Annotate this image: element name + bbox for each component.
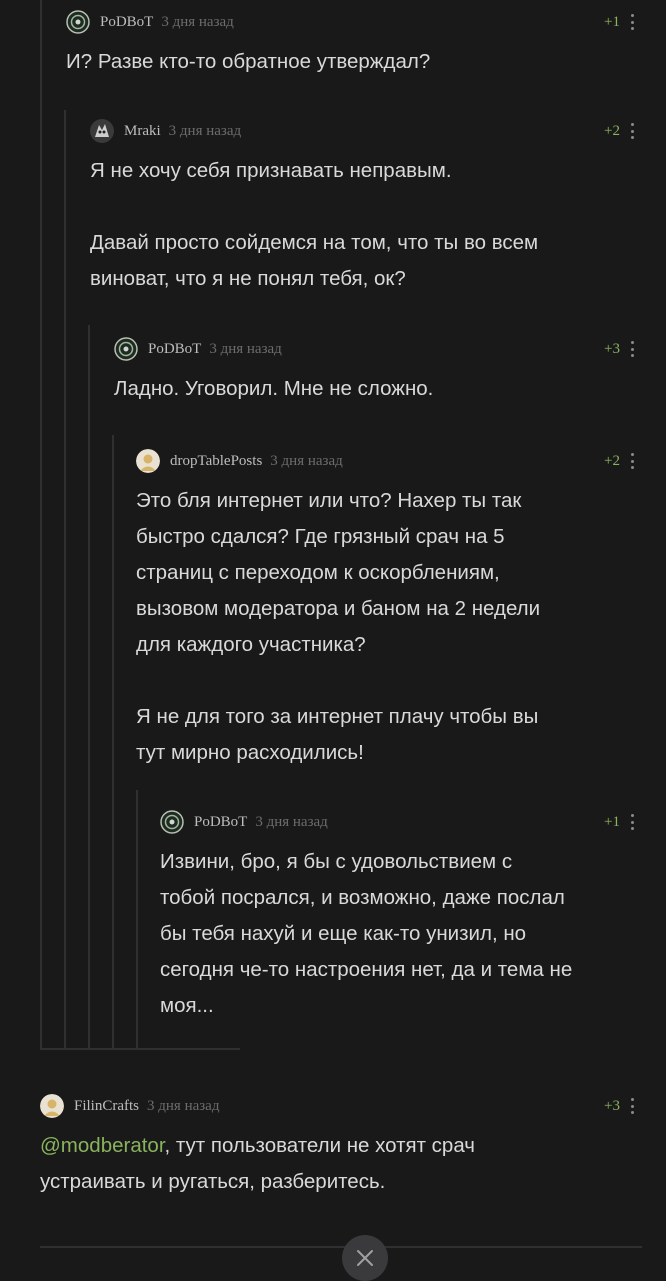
comment: PoDBoT 3 дня назад +1 И? Разве кто-то об…: [66, 8, 634, 80]
thread-line: [40, 0, 42, 1050]
comment-rating: +1: [604, 13, 620, 30]
comment-time: 3 дня назад: [168, 122, 242, 139]
comment-body: Это бля интернет или что? Нахер ты так б…: [136, 483, 634, 771]
default-avatar-icon[interactable]: [40, 1094, 64, 1118]
comment-time: 3 дня назад: [209, 340, 282, 357]
default-avatar-icon[interactable]: [136, 449, 160, 473]
more-vertical-icon[interactable]: [630, 814, 634, 830]
comment-text: Извини, бро, я бы с удовольствием с тобо…: [160, 850, 573, 1017]
comment-author[interactable]: PoDBoT: [194, 814, 247, 831]
comment-header: PoDBoT 3 дня назад +3: [114, 335, 634, 363]
thread-line: [64, 110, 66, 1050]
comment-rating: +3: [604, 340, 620, 357]
thread-line: [88, 325, 90, 1050]
user-mention-link[interactable]: @modberator: [40, 1134, 165, 1157]
comment-text: @modberator, тут пользователи не хотят с…: [40, 1128, 634, 1200]
thread-line: [136, 790, 138, 1050]
robot-avatar-icon[interactable]: [160, 810, 184, 834]
comment-body: Я не хочу себя признавать неправым. Дава…: [90, 153, 634, 297]
comment-body: И? Разве кто-то обратное утверждал?: [66, 44, 634, 80]
comment-text: Я не для того за интернет плачу чтобы вы…: [136, 705, 539, 764]
comment-header: Mraki 3 дня назад +2: [90, 117, 634, 145]
comment: PoDBoT 3 дня назад +1 Извини, бро, я бы …: [160, 808, 634, 1024]
comment-body: @modberator, тут пользователи не хотят с…: [40, 1128, 634, 1200]
comment-time: 3 дня назад: [161, 13, 234, 30]
comment-text: Ладно. Уговорил. Мне не сложно.: [114, 377, 434, 400]
more-vertical-icon[interactable]: [630, 1098, 634, 1114]
thread-divider: [40, 1048, 240, 1050]
thread-line: [112, 435, 114, 1050]
comment: PoDBoT 3 дня назад +3 Ладно. Уговорил. М…: [114, 335, 634, 407]
comment: FilinCrafts 3 дня назад +3 @modberator, …: [40, 1092, 634, 1200]
comment-header: PoDBoT 3 дня назад +1: [66, 8, 634, 36]
comment-rating: +2: [604, 452, 620, 469]
comment-rating: +2: [604, 122, 620, 139]
comment-time: 3 дня назад: [270, 452, 343, 469]
comment-author[interactable]: FilinCrafts: [74, 1098, 139, 1115]
more-vertical-icon[interactable]: [630, 123, 634, 139]
more-vertical-icon[interactable]: [630, 341, 634, 357]
comment: dropTablePosts 3 дня назад +2 Это бля ин…: [136, 447, 634, 771]
comment-author[interactable]: Mraki: [124, 123, 161, 140]
close-icon: [357, 1250, 373, 1266]
comment-author[interactable]: PoDBoT: [148, 341, 201, 358]
comment-rating: +1: [604, 813, 620, 830]
robot-avatar-icon[interactable]: [114, 337, 138, 361]
comment-rating: +3: [604, 1097, 620, 1114]
robot-avatar-icon[interactable]: [66, 10, 90, 34]
comment-author[interactable]: PoDBoT: [100, 14, 153, 31]
comment-header: dropTablePosts 3 дня назад +2: [136, 447, 634, 475]
comment: Mraki 3 дня назад +2 Я не хочу себя приз…: [90, 117, 634, 297]
comment-text: И? Разве кто-то обратное утверждал?: [66, 50, 431, 73]
comment-text: Это бля интернет или что? Нахер ты так б…: [136, 489, 541, 656]
comment-body: Извини, бро, я бы с удовольствием с тобо…: [160, 844, 634, 1024]
thread-divider: [40, 1246, 642, 1248]
comment-time: 3 дня назад: [147, 1097, 220, 1114]
character-avatar-icon[interactable]: [90, 119, 114, 143]
comment-text: Давай просто сойдемся на том, что ты во …: [90, 231, 539, 290]
close-button[interactable]: [342, 1235, 388, 1281]
more-vertical-icon[interactable]: [630, 14, 634, 30]
comment-time: 3 дня назад: [255, 813, 328, 830]
comment-text: Я не хочу себя признавать неправым.: [90, 159, 452, 182]
comment-header: PoDBoT 3 дня назад +1: [160, 808, 634, 836]
comment-author[interactable]: dropTablePosts: [170, 453, 262, 470]
more-vertical-icon[interactable]: [630, 453, 634, 469]
comment-body: Ладно. Уговорил. Мне не сложно.: [114, 371, 634, 407]
comment-header: FilinCrafts 3 дня назад +3: [40, 1092, 634, 1120]
